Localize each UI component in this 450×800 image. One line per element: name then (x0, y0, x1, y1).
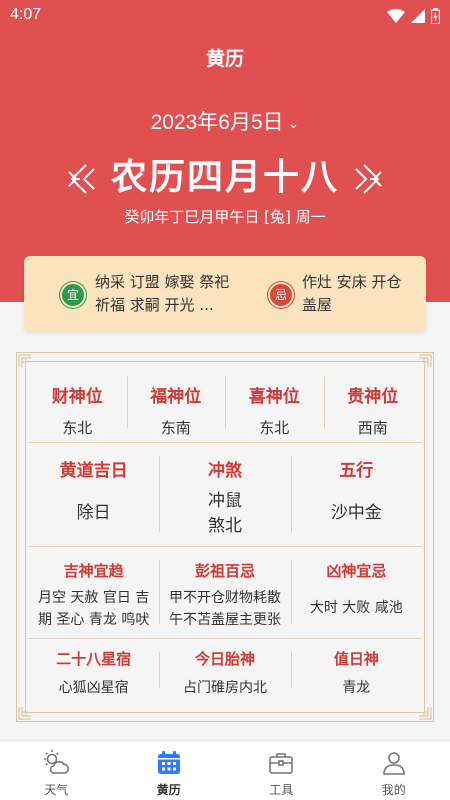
direction-cell: 喜神位 东北 (225, 364, 324, 440)
info-value: 青龙 (342, 680, 371, 696)
direction-title: 喜神位 (248, 387, 300, 407)
divider (28, 638, 422, 639)
status-icons (387, 8, 440, 24)
page-title: 黄历 (205, 48, 244, 70)
direction-cell: 贵神位 西南 (323, 364, 423, 440)
bottom-nav: 天气 黄历 工具 我的 (0, 740, 450, 800)
calendar-icon (157, 751, 180, 774)
ornament-right-icon (355, 164, 382, 194)
info-title: 黄道吉日 (59, 461, 128, 481)
almanac-panel: 财神位 东北 福神位 东南 喜神位 东北 贵神位 西南 黄道吉日 除日 冲煞 冲… (16, 352, 434, 722)
info-value: 心狐凶星宿 (58, 680, 129, 696)
info-title: 冲煞 (207, 461, 242, 481)
weather-icon (44, 750, 70, 774)
direction-value: 东北 (259, 419, 290, 437)
direction-title: 福神位 (150, 387, 202, 407)
info-title: 今日胎神 (194, 650, 255, 668)
info-cell: 五行 沙中金 (290, 444, 422, 544)
direction-value: 东北 (62, 419, 93, 437)
info-title: 二十八星宿 (56, 650, 132, 668)
toolbox-icon (269, 753, 294, 774)
direction-value: 东南 (160, 419, 191, 437)
info-title: 彭祖百忌 (194, 562, 255, 580)
nav-label: 黄历 (156, 783, 181, 797)
ji-badge: 忌 (270, 284, 292, 306)
info-cell: 黄道吉日 除日 (28, 444, 159, 544)
battery-icon (431, 8, 440, 24)
info-value: 冲鼠 煞北 (159, 489, 290, 539)
info-title: 凶神宜忌 (326, 562, 387, 580)
yi-badge: 宜 (62, 284, 84, 306)
info-value-line: 冲鼠 (207, 491, 242, 511)
info-value: 占门碓房内北 (182, 680, 267, 696)
info-cell: 二十八星宿 心狐凶星宿 (28, 640, 159, 700)
yi-text: 纳采 订盟 嫁娶 祭祀 祈福 求嗣 开光 ... (95, 273, 230, 314)
info-cell: 值日神 青龙 (290, 640, 422, 700)
info-cell: 吉神宜趋 月空 天赦 官日 吉期 圣心 青龙 鸣吠 (28, 548, 159, 636)
divider (28, 442, 422, 443)
direction-value: 西南 (357, 419, 388, 437)
direction-title: 财神位 (51, 387, 103, 407)
info-value: 沙中金 (330, 503, 382, 523)
info-title: 五行 (339, 461, 374, 481)
corner-ornament-icon (419, 707, 432, 720)
info-cell: 冲煞 冲鼠 煞北 (159, 444, 290, 544)
yiji-card[interactable]: 宜 纳采 订盟 嫁娶 祭祀 祈福 求嗣 开光 ... 忌 作灶 安床 开仓 盖屋 (24, 256, 426, 332)
direction-title: 贵神位 (347, 387, 399, 407)
divider (28, 546, 422, 547)
selected-date: 2023年6月5日 (150, 111, 284, 134)
info-cell: 彭祖百忌 甲不开仓财物耗散 午不苫盖屋主更张 (159, 548, 290, 636)
directions-row: 财神位 东北 福神位 东南 喜神位 东北 贵神位 西南 (28, 364, 422, 440)
info-value: 除日 (76, 503, 111, 523)
nav-item-tools[interactable]: 工具 (225, 741, 338, 800)
ji-text: 作灶 安床 开仓 盖屋 (302, 273, 402, 314)
day-info-row: 黄道吉日 除日 冲煞 冲鼠 煞北 五行 沙中金 (28, 444, 422, 544)
ganzhi-date: 癸卯年丁巳月甲午日 [兔] 周一 (124, 208, 326, 226)
info-value: 甲不开仓财物耗散 午不苫盖屋主更张 (168, 590, 281, 628)
chevron-down-icon: ⌄ (287, 114, 300, 131)
info-value: 月空 天赦 官日 吉期 圣心 青龙 鸣吠 (37, 590, 150, 628)
nav-item-profile[interactable]: 我的 (338, 741, 450, 800)
nav-item-weather[interactable]: 天气 (0, 741, 113, 800)
profile-icon (382, 752, 405, 775)
nav-label: 天气 (44, 783, 69, 797)
signal-icon (411, 9, 425, 23)
info-title: 吉神宜趋 (63, 562, 124, 580)
extra-info-row: 二十八星宿 心狐凶星宿 今日胎神 占门碓房内北 值日神 青龙 (28, 640, 422, 700)
wifi-icon (387, 9, 405, 23)
direction-cell: 财神位 东北 (28, 364, 127, 440)
info-cell: 今日胎神 占门碓房内北 (159, 640, 290, 700)
info-cell: 凶神宜忌 大时 大败 咸池 (290, 548, 422, 636)
nav-label: 我的 (381, 783, 406, 797)
corner-ornament-icon (18, 707, 31, 720)
info-value-line: 煞北 (207, 516, 242, 536)
info-value: 大时 大败 咸池 (309, 600, 403, 616)
status-bar: 4:07 (0, 0, 450, 32)
status-time: 4:07 (10, 6, 42, 23)
info-title: 值日神 (333, 650, 379, 668)
nav-label: 工具 (269, 783, 294, 797)
detail-info-row: 吉神宜趋 月空 天赦 官日 吉期 圣心 青龙 鸣吠 彭祖百忌 甲不开仓财物耗散 … (28, 548, 422, 636)
nav-item-almanac[interactable]: 黄历 (113, 741, 226, 800)
direction-cell: 福神位 东南 (126, 364, 226, 440)
date-picker[interactable]: 2023年6月5日 ⌄ (0, 106, 450, 136)
